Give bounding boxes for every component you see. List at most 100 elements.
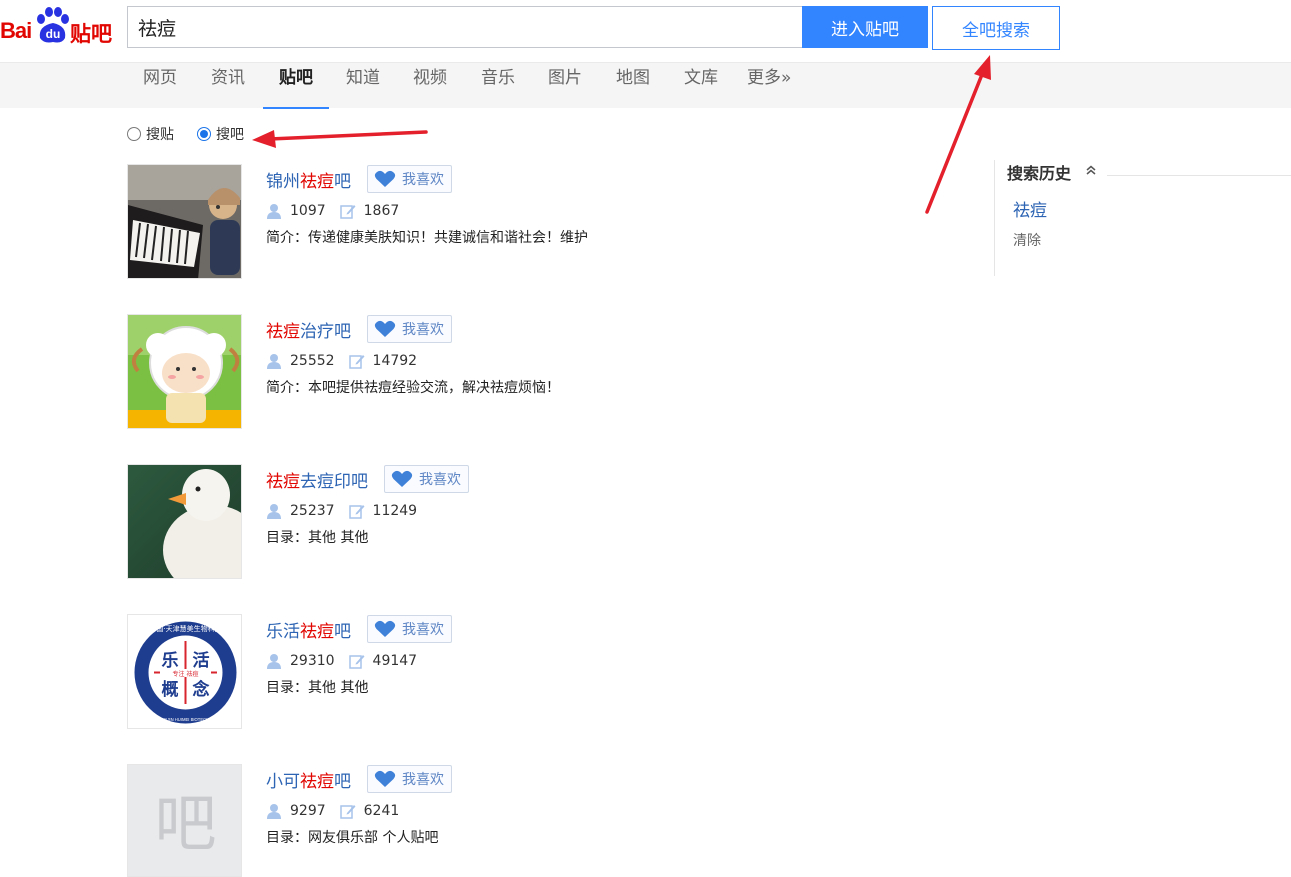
result-thumbnail[interactable]: 中国·天津慧美生物科技 CHINA TIANJIN HUIMEI BIOTECH… <box>127 614 242 729</box>
search-history-panel: 搜索历史 祛痘 清除 <box>994 160 1291 276</box>
like-label: 我喜欢 <box>402 172 444 188</box>
post-edit-icon <box>348 655 365 669</box>
result-title-row: 小可祛痘吧 我喜欢 <box>266 765 452 793</box>
member-count: 25552 <box>290 353 335 369</box>
result-title-row: 锦州祛痘吧 我喜欢 <box>266 165 452 193</box>
result-item: 锦州祛痘吧 我喜欢 1097 1867 简介：传递健康美肤知识！共建诚信和谐社会… <box>127 164 927 279</box>
title-prefix: 乐活 <box>266 621 300 642</box>
member-count: 9297 <box>290 803 326 819</box>
like-button[interactable]: 我喜欢 <box>367 765 452 793</box>
radio-circle-selected[interactable] <box>197 127 211 141</box>
logo-char-2: 活 <box>193 650 210 671</box>
enter-tieba-button[interactable]: 进入贴吧 <box>802 6 928 48</box>
result-thumbnail[interactable] <box>127 164 242 279</box>
like-button[interactable]: 我喜欢 <box>367 615 452 643</box>
arrow-to-search-bars-radio <box>252 130 428 148</box>
radio-search-posts[interactable]: 搜贴 <box>127 124 174 144</box>
nav-zhidao[interactable]: 知道 <box>346 63 380 109</box>
result-description: 目录：其他 其他 <box>266 680 369 696</box>
logo-center-text: 专注 祛痘 <box>173 670 199 678</box>
title-suffix: 治疗吧 <box>300 321 351 342</box>
result-stats: 9297 6241 <box>266 801 399 821</box>
member-count: 29310 <box>290 653 335 669</box>
annotation-arrows <box>252 55 991 214</box>
title-suffix: 去痘印吧 <box>300 471 368 492</box>
result-description: 目录：网友俱乐部 个人贴吧 <box>266 830 439 846</box>
result-thumbnail[interactable]: 吧 <box>127 764 242 877</box>
logo-char-1: 乐 <box>162 651 179 671</box>
nav-music[interactable]: 音乐 <box>481 63 515 109</box>
search-input-box[interactable] <box>127 6 803 48</box>
title-prefix: 锦州 <box>266 171 300 192</box>
title-prefix: 小可 <box>266 771 300 792</box>
post-count: 11249 <box>372 503 418 519</box>
heart-icon <box>374 770 396 787</box>
logo-char-4: 念 <box>193 679 210 700</box>
radio-circle[interactable] <box>127 127 141 141</box>
title-highlight: 祛痘 <box>266 321 300 342</box>
radio-search-bars[interactable]: 搜吧 <box>197 124 244 144</box>
radio-label: 搜吧 <box>216 127 244 143</box>
result-stats: 25237 11249 <box>266 501 417 521</box>
clear-history-link[interactable]: 清除 <box>1013 230 1041 250</box>
post-edit-icon <box>348 355 365 369</box>
nav-web[interactable]: 网页 <box>143 63 177 109</box>
divider <box>1107 175 1291 176</box>
nav-wenku[interactable]: 文库 <box>684 63 718 109</box>
nav-map[interactable]: 地图 <box>616 63 650 109</box>
history-item[interactable]: 祛痘 <box>1013 196 1047 221</box>
result-description: 目录：其他 其他 <box>266 530 369 546</box>
title-highlight: 祛痘 <box>300 621 334 642</box>
nav-video[interactable]: 视频 <box>413 63 447 109</box>
title-suffix: 吧 <box>334 771 351 792</box>
member-icon <box>267 804 281 819</box>
title-highlight: 祛痘 <box>300 771 334 792</box>
heart-icon <box>374 170 396 187</box>
title-highlight: 祛痘 <box>300 171 334 192</box>
nav-news[interactable]: 资讯 <box>211 63 245 109</box>
collapse-chevron-up-icon[interactable] <box>1085 164 1097 176</box>
post-count: 1867 <box>363 203 400 219</box>
like-label: 我喜欢 <box>402 622 444 638</box>
result-description: 简介：本吧提供祛痘经验交流，解决祛痘烦恼！ <box>266 380 560 396</box>
result-description: 简介：传递健康美肤知识！共建诚信和谐社会！维护 <box>266 230 588 246</box>
all-tieba-search-button[interactable]: 全吧搜索 <box>932 6 1060 50</box>
post-count: 6241 <box>363 803 400 819</box>
result-title-link[interactable]: 祛痘治疗吧 <box>266 317 351 342</box>
nav-tieba[interactable]: 贴吧 <box>263 63 329 109</box>
baidu-paw-icon: du <box>37 7 69 43</box>
result-item: 祛痘去痘印吧 我喜欢 25237 11249 目录：其他 其他 <box>127 464 927 579</box>
post-edit-icon <box>348 505 365 519</box>
member-icon <box>267 354 281 369</box>
result-item: 中国·天津慧美生物科技 CHINA TIANJIN HUIMEI BIOTECH… <box>127 614 927 729</box>
like-button[interactable]: 我喜欢 <box>367 315 452 343</box>
like-button[interactable]: 我喜欢 <box>384 465 469 493</box>
nav-more[interactable]: 更多» <box>747 63 791 109</box>
title-suffix: 吧 <box>334 171 351 192</box>
like-label: 我喜欢 <box>419 472 461 488</box>
result-item: 吧 小可祛痘吧 我喜欢 9297 6241 目录：网友俱乐部 个人贴吧 <box>127 764 927 877</box>
result-thumbnail[interactable] <box>127 314 242 429</box>
default-tieba-image: 吧 <box>128 765 241 876</box>
like-button[interactable]: 我喜欢 <box>367 165 452 193</box>
heart-icon <box>374 320 396 337</box>
logo-du-text: du <box>46 27 61 41</box>
result-title-link[interactable]: 锦州祛痘吧 <box>266 167 351 192</box>
search-input[interactable] <box>128 7 803 47</box>
post-edit-icon <box>339 205 356 219</box>
member-icon <box>267 654 281 669</box>
logo-bai-text: Bai <box>0 18 32 43</box>
result-title-link[interactable]: 祛痘去痘印吧 <box>266 467 368 492</box>
category-nav: 网页 资讯 贴吧 知道 视频 音乐 图片 地图 文库 更多» <box>0 62 1291 109</box>
baidu-tieba-logo[interactable]: Bai du 贴吧 <box>0 4 120 48</box>
search-history-title: 搜索历史 <box>1007 164 1072 183</box>
result-title-link[interactable]: 小可祛痘吧 <box>266 767 351 792</box>
header: Bai du 贴吧 进入贴吧 全吧搜索 <box>0 0 1291 62</box>
result-title-row: 祛痘治疗吧 我喜欢 <box>266 315 452 343</box>
lehuo-logo-image: 中国·天津慧美生物科技 CHINA TIANJIN HUIMEI BIOTECH… <box>128 615 241 728</box>
heart-icon <box>374 620 396 637</box>
nav-images[interactable]: 图片 <box>548 63 582 109</box>
result-title-row: 祛痘去痘印吧 我喜欢 <box>266 465 469 493</box>
result-thumbnail[interactable] <box>127 464 242 579</box>
result-title-link[interactable]: 乐活祛痘吧 <box>266 617 351 642</box>
